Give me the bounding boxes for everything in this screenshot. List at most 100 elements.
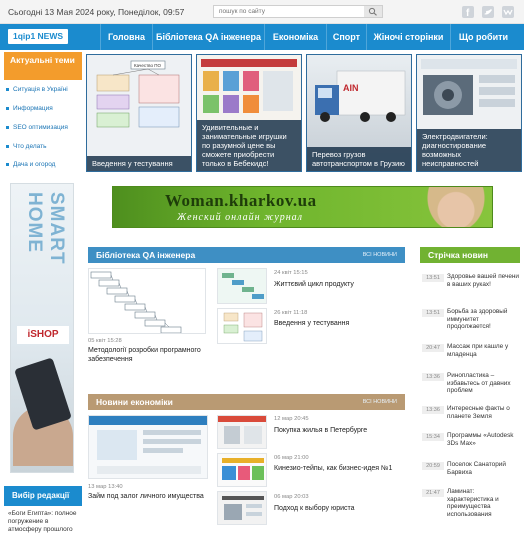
news-text: Программы «Autodesk 3Ds Max» [447, 432, 514, 447]
news-time: 13:51 [422, 309, 444, 317]
qa-item-meta: 26 квіт 11:18 [274, 310, 308, 316]
news-feed-item[interactable]: 21:47 Ламинат: характеристика и преимущес… [420, 484, 520, 524]
banner-title: Woman.kharkov.ua [165, 191, 317, 210]
news-text: Массаж при кашле у младенца [447, 343, 509, 358]
news-time: 20:47 [422, 344, 444, 352]
news-text: Ламинат: характеристика и преимущества и… [447, 488, 499, 518]
news-time: 21:47 [422, 489, 444, 497]
search-button[interactable] [364, 6, 382, 17]
twitter-icon[interactable] [482, 6, 494, 18]
featured-card[interactable]: Электродвигатели: диагностирование возмо… [416, 54, 522, 172]
topics-title: Актуальні теми [4, 52, 82, 80]
search-box[interactable] [213, 5, 383, 18]
qa-all-news-link[interactable]: ВСІ НОВИНИ [363, 247, 397, 263]
news-time: 20:59 [422, 462, 444, 470]
news-text: Борьба за здоровый иммунитет продолжаетс… [447, 308, 508, 330]
site-logo[interactable]: 1qip1 NEWS [8, 29, 68, 44]
economy-main-image[interactable] [88, 415, 208, 479]
search-input[interactable] [214, 6, 362, 17]
news-feed-item[interactable]: 20:47 Массаж при кашле у младенца [420, 339, 520, 365]
economy-item-title[interactable]: Подход к выбору юриста [274, 505, 404, 514]
nav-item-women[interactable]: Жіночі сторінки [366, 24, 450, 50]
bullet-icon [6, 162, 9, 166]
bullet-icon [6, 106, 9, 110]
woman-kharkov-banner[interactable]: Woman.kharkov.ua Женский онлайн журнал [112, 186, 493, 228]
economy-thumb-kinesio[interactable] [217, 453, 267, 487]
economy-item-meta: 06 мар 21:00 [274, 455, 309, 461]
qa-main-title[interactable]: Методології розробки програмного забезпе… [88, 347, 210, 364]
news-feed-title: Стрічка новин [428, 250, 489, 260]
featured-caption: Введення у тестування [87, 156, 191, 171]
qa-section-header: Бібліотека QA інженера ВСІ НОВИНИ [88, 247, 405, 263]
top-bar: Сьогодні 13 Мая 2024 року, Понеділок, 09… [0, 0, 524, 24]
bullet-icon [6, 87, 9, 91]
smart-home-ad[interactable]: SMART HOME iSHOP [10, 183, 74, 473]
economy-section-title: Новини економіки [96, 397, 173, 407]
qa-thumb-lifecycle[interactable] [217, 268, 267, 304]
qa-main-image[interactable] [88, 268, 206, 334]
nav-item-home[interactable]: Головна [100, 24, 152, 50]
facebook-icon[interactable]: f [462, 6, 474, 19]
news-feed-item[interactable]: 15:34 Программы «Autodesk 3Ds Max» [420, 428, 520, 454]
qa-item-title[interactable]: Введення у тестування [274, 320, 404, 329]
economy-all-news-link[interactable]: ВСІ НОВИНИ [363, 394, 397, 410]
economy-item-title[interactable]: Кинезио-тейпы, как бизнес-идея №1 [274, 465, 404, 474]
editors-choice-title: Вибір редакції [4, 486, 82, 506]
economy-thumb-lawyer[interactable] [217, 491, 267, 525]
news-feed-item[interactable]: 13:51 Здоровье вашей печени в ваших руках… [420, 269, 520, 295]
economy-item-meta: 06 мар 20:03 [274, 494, 309, 500]
economy-thumb-housing[interactable] [217, 415, 267, 449]
news-feed-item[interactable]: 13:36 Ринопластика – избавьтесь от давних… [420, 368, 520, 394]
news-time: 13:36 [422, 373, 444, 381]
topic-link[interactable]: Ситуація в Україні [6, 86, 68, 93]
qa-thumb-intro[interactable] [217, 308, 267, 344]
featured-caption: Электродвигатели: диагностирование возмо… [417, 129, 521, 171]
featured-caption: Удивительные и занимательные игрушки по … [197, 120, 301, 171]
editors-choice-link[interactable]: «Боги Египта»: полное погружение в атмос… [8, 510, 80, 533]
nav-item-what-to-do[interactable]: Що робити [450, 24, 516, 50]
featured-card[interactable]: AIN Перевоз грузов автотранспортом в Гру… [306, 54, 412, 172]
svg-text:AIN: AIN [343, 83, 359, 93]
news-feed-item[interactable]: 13:36 Интересные факты о планете Земля [420, 401, 520, 427]
economy-section-header: Новини економіки ВСІ НОВИНИ [88, 394, 405, 410]
woman-image [426, 187, 486, 227]
featured-card[interactable]: Качество ПО Введення у тестування [86, 54, 192, 172]
qa-main-meta: 05 квіт 15:28 [88, 338, 122, 344]
svg-text:f: f [466, 8, 470, 18]
economy-main-title[interactable]: Займ под залог личного имущества [88, 493, 210, 502]
news-text: Поселок Санаторий Барвиха [447, 461, 506, 476]
topic-link[interactable]: Информация [6, 105, 53, 112]
featured-image: Качество ПО [87, 55, 191, 171]
news-text: Интересные факты о планете Земля [447, 405, 510, 420]
news-time: 13:36 [422, 406, 444, 414]
news-feed-item[interactable]: 20:59 Поселок Санаторий Барвиха [420, 457, 520, 483]
vk-icon[interactable] [502, 6, 514, 18]
economy-item-title[interactable]: Покупка жилья в Петербурге [274, 427, 404, 436]
nav-item-sport[interactable]: Спорт [326, 24, 366, 50]
news-text: Здоровье вашей печени в ваших руках! [447, 273, 519, 288]
ishop-logo: iSHOP [17, 326, 69, 344]
news-feed-item[interactable]: 13:51 Борьба за здоровый иммунитет продол… [420, 304, 520, 330]
nav-item-qa-library[interactable]: Бібліотека QA інженера [152, 24, 264, 50]
qa-item-title[interactable]: Життєвий цикл продукту [274, 281, 404, 290]
chart-label: Качество ПО [134, 63, 162, 68]
topic-link[interactable]: Что делать [6, 143, 46, 150]
news-text: Ринопластика – избавьтесь от давних проб… [447, 372, 511, 394]
bullet-icon [6, 144, 9, 148]
current-date: Сьогодні 13 Мая 2024 року, Понеділок, 09… [8, 7, 185, 17]
news-time: 15:34 [422, 433, 444, 441]
qa-item-meta: 24 квіт 15:15 [274, 270, 308, 276]
featured-card[interactable]: Удивительные и занимательные игрушки по … [196, 54, 302, 172]
news-time: 13:51 [422, 274, 444, 282]
topic-link[interactable]: SEO оптимизация [6, 124, 68, 131]
search-icon [368, 7, 377, 16]
ad-title: SMART HOME [24, 192, 67, 265]
bullet-icon [6, 125, 9, 129]
economy-item-meta: 12 мар 20:45 [274, 416, 309, 422]
qa-section-title: Бібліотека QA інженера [96, 250, 196, 260]
topic-link[interactable]: Дача и огород [6, 161, 55, 168]
featured-caption: Перевоз грузов автотранспортом в Грузию [307, 147, 411, 171]
banner-subtitle: Женский онлайн журнал [177, 212, 304, 223]
nav-item-economy[interactable]: Економіка [264, 24, 326, 50]
news-feed-header: Стрічка новин [420, 247, 520, 263]
